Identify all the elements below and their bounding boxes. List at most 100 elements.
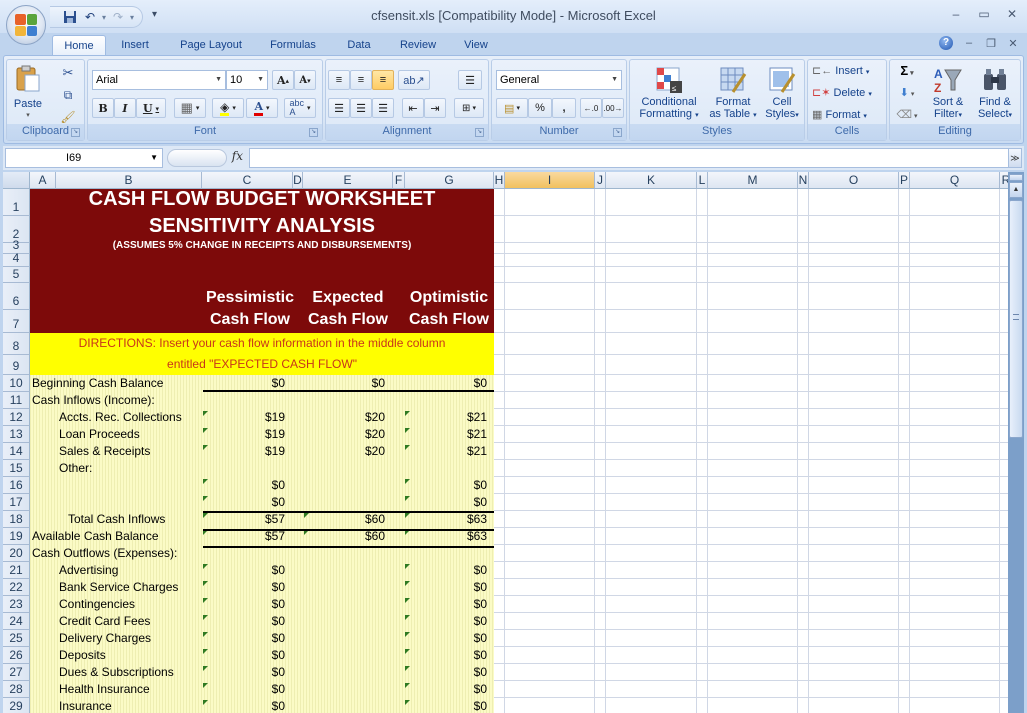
tab-insert[interactable]: Insert <box>112 35 158 55</box>
column-header-l[interactable]: L <box>697 172 708 189</box>
error-indicator-icon[interactable] <box>405 513 410 518</box>
column-header-j[interactable]: J <box>595 172 606 189</box>
select-all-button[interactable] <box>3 172 30 189</box>
row-header-1[interactable]: 1 <box>3 189 30 216</box>
borders-button[interactable]: ▦ ▾ <box>174 98 206 118</box>
row-header-24[interactable]: 24 <box>3 613 30 630</box>
row-header-18[interactable]: 18 <box>3 511 30 528</box>
font-size-combo[interactable]: 10 ▼ <box>226 70 268 90</box>
error-indicator-icon[interactable] <box>203 411 208 416</box>
delete-cells-button[interactable]: ⊏✶ Delete ▾ <box>812 87 884 105</box>
workbook-restore-icon[interactable]: ❐ <box>985 37 997 50</box>
font-launcher-icon[interactable]: ↘ <box>309 128 318 137</box>
error-indicator-icon[interactable] <box>405 683 410 688</box>
error-indicator-icon[interactable] <box>203 683 208 688</box>
row-header-26[interactable]: 26 <box>3 647 30 664</box>
row-header-12[interactable]: 12 <box>3 409 30 426</box>
tab-data[interactable]: Data <box>338 35 380 55</box>
column-header-q[interactable]: Q <box>910 172 1000 189</box>
row-header-7[interactable]: 7 <box>3 310 30 333</box>
increase-indent-button[interactable]: ⇥ <box>424 98 446 118</box>
autosum-button[interactable]: Σ ▾ <box>894 64 920 83</box>
column-header-n[interactable]: N <box>798 172 809 189</box>
error-indicator-icon[interactable] <box>203 581 208 586</box>
error-indicator-icon[interactable] <box>203 564 208 569</box>
row-header-11[interactable]: 11 <box>3 392 30 409</box>
row-header-20[interactable]: 20 <box>3 545 30 562</box>
row-header-28[interactable]: 28 <box>3 681 30 698</box>
tab-formulas[interactable]: Formulas <box>262 35 324 55</box>
column-header-b[interactable]: B <box>56 172 202 189</box>
error-indicator-icon[interactable] <box>405 445 410 450</box>
maximize-icon[interactable]: ▭ <box>975 6 993 22</box>
error-indicator-icon[interactable] <box>405 479 410 484</box>
grow-font-button[interactable]: A ▴ <box>272 70 294 90</box>
error-indicator-icon[interactable] <box>405 581 410 586</box>
column-header-p[interactable]: P <box>899 172 910 189</box>
column-header-f[interactable]: F <box>393 172 405 189</box>
wrap-text-button[interactable]: ☰ <box>458 70 482 90</box>
split-handle[interactable] <box>1009 174 1023 181</box>
accounting-format-button[interactable]: ▤ ▾ <box>496 98 528 118</box>
column-header-o[interactable]: O <box>809 172 899 189</box>
underline-button[interactable]: U ▾ <box>136 98 166 118</box>
error-indicator-icon[interactable] <box>405 598 410 603</box>
number-launcher-icon[interactable]: ↘ <box>613 128 622 137</box>
orientation-button[interactable]: ab↗ <box>398 70 430 90</box>
find-select-button[interactable]: Find & Select▾ <box>972 64 1018 124</box>
worksheet-grid[interactable]: ABCDEFGHIJKLMNOPQR 1 2 3 4 5 6 7 8 9 10 11 12 13 14 15… <box>3 172 1008 713</box>
tab-review[interactable]: Review <box>394 35 442 55</box>
formula-splitter[interactable] <box>167 149 227 167</box>
error-indicator-icon[interactable] <box>304 513 309 518</box>
top-align-button[interactable]: ≡ <box>328 70 350 90</box>
error-indicator-icon[interactable] <box>405 700 410 705</box>
office-button[interactable] <box>6 5 46 45</box>
row-header-10[interactable]: 10 <box>3 375 30 392</box>
row-header-29[interactable]: 29 <box>3 698 30 713</box>
row-header-9[interactable]: 9 <box>3 355 30 375</box>
error-indicator-icon[interactable] <box>203 649 208 654</box>
paste-button[interactable]: Paste ▾ <box>11 64 45 119</box>
row-header-13[interactable]: 13 <box>3 426 30 443</box>
fill-button[interactable]: ⬇ ▾ <box>894 87 920 105</box>
italic-button[interactable]: I <box>114 98 136 118</box>
error-indicator-icon[interactable] <box>405 411 410 416</box>
row-header-16[interactable]: 16 <box>3 477 30 494</box>
merge-center-button[interactable]: ⊞ ▾ <box>454 98 484 118</box>
help-icon[interactable]: ? <box>939 36 953 50</box>
scroll-up-icon[interactable]: ▲ <box>1009 182 1023 198</box>
number-format-combo[interactable]: General ▼ <box>496 70 622 90</box>
shrink-font-button[interactable]: A ▾ <box>294 70 316 90</box>
column-header-k[interactable]: K <box>606 172 697 189</box>
row-header-15[interactable]: 15 <box>3 460 30 477</box>
sort-filter-button[interactable]: AZ Sort & Filter▾ <box>926 64 970 124</box>
scrollbar-thumb[interactable] <box>1009 200 1023 438</box>
row-header-23[interactable]: 23 <box>3 596 30 613</box>
error-indicator-icon[interactable] <box>405 496 410 501</box>
row-header-14[interactable]: 14 <box>3 443 30 460</box>
error-indicator-icon[interactable] <box>203 513 208 518</box>
row-header-8[interactable]: 8 <box>3 333 30 355</box>
close-icon[interactable]: ✕ <box>1003 6 1021 22</box>
comma-style-button[interactable]: , <box>552 98 576 118</box>
insert-function-button[interactable]: fx <box>232 149 243 163</box>
row-header-5[interactable]: 5 <box>3 267 30 283</box>
tab-home[interactable]: Home <box>52 35 106 55</box>
row-header-19[interactable]: 19 <box>3 528 30 545</box>
column-header-r[interactable]: R <box>1000 172 1008 189</box>
error-indicator-icon[interactable] <box>203 479 208 484</box>
middle-align-button[interactable]: ≡ <box>350 70 372 90</box>
error-indicator-icon[interactable] <box>203 598 208 603</box>
workbook-close-icon[interactable]: ✕ <box>1007 37 1019 50</box>
row-header-27[interactable]: 27 <box>3 664 30 681</box>
error-indicator-icon[interactable] <box>405 564 410 569</box>
error-indicator-icon[interactable] <box>405 428 410 433</box>
minimize-icon[interactable]: – <box>947 6 965 22</box>
cell-styles-button[interactable]: Cell Styles▾ <box>760 64 804 124</box>
tab-page-layout[interactable]: Page Layout <box>172 35 250 55</box>
column-header-d[interactable]: D <box>293 172 303 189</box>
error-indicator-icon[interactable] <box>203 666 208 671</box>
column-header-h[interactable]: H <box>494 172 505 189</box>
clipboard-launcher-icon[interactable]: ↘ <box>71 128 80 137</box>
error-indicator-icon[interactable] <box>203 428 208 433</box>
